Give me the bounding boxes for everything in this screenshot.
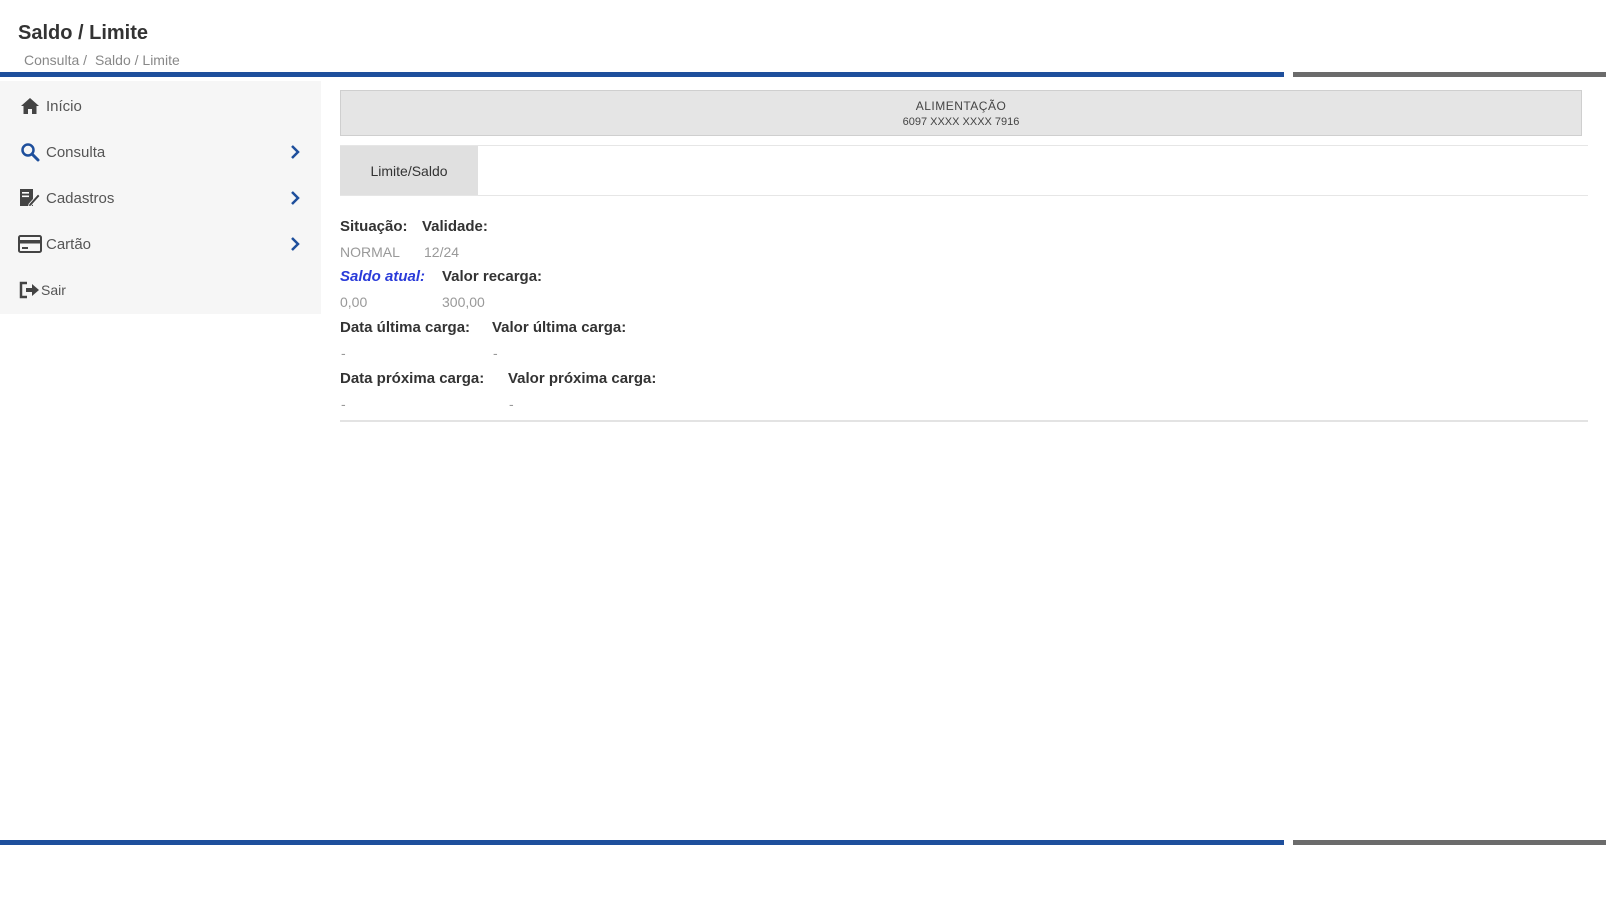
valor-ultima-carga-value: - — [493, 345, 498, 361]
sidebar-item-inicio[interactable]: Início — [0, 83, 321, 129]
card-type: ALIMENTAÇÃO — [915, 99, 1007, 113]
page-header: Saldo / Limite Consulta / Saldo / Limite — [0, 0, 1606, 80]
data-proxima-carga-value: - — [341, 396, 346, 412]
sidebar-item-label: Sair — [41, 282, 66, 298]
sidebar: Início Consulta Cadastros Cartão Sair — [0, 81, 321, 314]
valor-recarga-value: 300,00 — [442, 294, 485, 310]
footer-divider-gray — [1293, 840, 1606, 845]
breadcrumb-item-consulta[interactable]: Consulta / — [24, 52, 87, 68]
saldo-atual-value: 0,00 — [340, 294, 368, 310]
data-ultima-carga-value: - — [341, 345, 346, 361]
tabs-bottom-border — [340, 195, 1588, 196]
valor-recarga-label: Valor recarga: — [442, 268, 543, 285]
sidebar-item-label: Cadastros — [46, 189, 115, 207]
valor-proxima-carga-label: Valor próxima carga: — [508, 370, 657, 387]
home-icon — [18, 95, 42, 117]
data-ultima-carga-label: Data última carga: — [340, 319, 471, 336]
situacao-label: Situação: — [340, 218, 408, 235]
chevron-right-icon[interactable] — [288, 236, 302, 252]
sidebar-item-cadastros[interactable]: Cadastros — [0, 175, 321, 221]
header-divider-gray — [1293, 72, 1606, 77]
card-number: 6097 XXXX XXXX 7916 — [902, 116, 1020, 128]
valor-proxima-carga-value: - — [509, 396, 514, 412]
credit-card-icon — [18, 233, 42, 255]
sidebar-item-sair[interactable]: Sair — [0, 267, 321, 313]
breadcrumb-item-current: Saldo / Limite — [94, 52, 180, 68]
chevron-right-icon[interactable] — [288, 190, 302, 206]
header-divider-blue — [0, 72, 1284, 77]
tabs-top-border — [340, 145, 1588, 146]
sidebar-item-label: Consulta — [46, 143, 106, 161]
validade-label: Validade: — [422, 218, 488, 235]
footer-divider-blue — [0, 840, 1284, 845]
sign-out-icon — [18, 279, 42, 301]
details-bottom-divider — [340, 420, 1588, 422]
saldo-atual-label: Saldo atual: — [340, 268, 426, 285]
breadcrumb: Consulta / Saldo / Limite — [24, 52, 180, 68]
edit-document-icon — [18, 187, 42, 209]
sidebar-item-label: Cartão — [46, 235, 92, 253]
page-title: Saldo / Limite — [18, 22, 149, 44]
chevron-right-icon[interactable] — [288, 144, 302, 160]
situacao-value: NORMAL — [340, 244, 400, 260]
validade-value: 12/24 — [424, 244, 460, 260]
search-icon — [18, 141, 42, 163]
data-proxima-carga-label: Data próxima carga: — [340, 370, 485, 387]
sidebar-item-label: Início — [46, 97, 82, 115]
card-header: ALIMENTAÇÃO 6097 XXXX XXXX 7916 — [340, 90, 1582, 136]
valor-ultima-carga-label: Valor última carga: — [492, 319, 627, 336]
sidebar-item-cartao[interactable]: Cartão — [0, 221, 321, 267]
sidebar-item-consulta[interactable]: Consulta — [0, 129, 321, 175]
tab-limite-saldo[interactable]: Limite/Saldo — [340, 146, 478, 195]
